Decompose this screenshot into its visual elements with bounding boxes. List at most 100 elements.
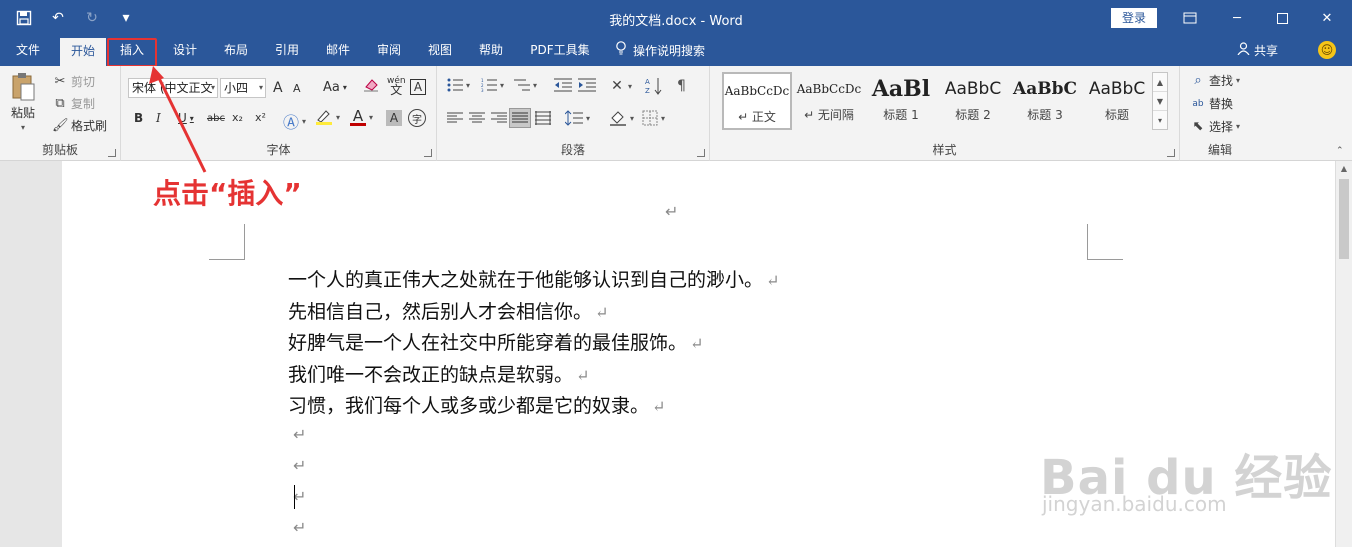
shrink-font-button[interactable]: A [293,82,301,95]
highlighter-icon [316,110,332,125]
find-button[interactable]: ⌕ 查找 ▾ [1190,72,1240,89]
scroll-up-icon[interactable]: ▲ [1336,161,1352,177]
empty-paragraph-mark: ↵ [293,456,307,475]
tab-mailings[interactable]: 邮件 [316,36,360,66]
font-color-button[interactable]: A [350,109,366,126]
tab-help[interactable]: 帮助 [469,36,513,66]
svg-text:A: A [645,78,650,86]
subscript-button[interactable]: x₂ [232,111,243,124]
tab-home[interactable]: 开始 [60,38,106,66]
doc-line-4[interactable]: 我们唯一不会改正的缺点是软弱。 ↵ [288,360,589,387]
line-spacing-icon [565,110,583,126]
tab-file[interactable]: 文件 [8,36,48,66]
style-title[interactable]: AaBbC 标题 [1082,72,1152,130]
underline-button[interactable]: U ▾ [178,111,194,125]
gallery-up-icon[interactable]: ▲ [1153,73,1167,92]
chinese-layout-icon: ✕ [611,78,623,94]
empty-paragraph-mark: ↵ [293,518,307,537]
tell-me-search[interactable]: 操作说明搜索 [615,36,705,66]
title-bar: ↶ ↻ ▾ 我的文档.docx - Word 登录 ─ ✕ [0,0,1352,36]
grow-font-button[interactable]: A [273,80,283,96]
crop-mark-left [209,224,245,260]
feedback-smiley-icon[interactable]: ☺ [1318,41,1336,59]
align-center-icon[interactable] [469,112,485,124]
borders-button[interactable]: ▾ [642,110,665,126]
align-right-icon[interactable] [491,112,507,124]
text-effects-button[interactable]: Ⓐ ▾ [283,109,306,133]
multilevel-list-button[interactable]: ▾ [514,78,537,92]
font-size-select[interactable]: 小四 ▾ [220,78,266,98]
style-heading-2[interactable]: AaBbC 标题 2 [938,72,1008,130]
scissors-icon: ✂ [54,73,66,89]
cut-button[interactable]: ✂ 剪切 [52,73,95,90]
shading-button[interactable]: ▾ [609,110,634,126]
style-heading-3[interactable]: AaBbC 标题 3 [1010,72,1080,130]
font-launcher-icon[interactable] [424,149,432,157]
font-name-select[interactable]: 宋体 (中文正文 ▾ [128,78,218,98]
replace-button[interactable]: ab 替换 [1190,95,1233,112]
chinese-layout-button[interactable]: ✕ ▾ [609,78,632,94]
gallery-more-icon[interactable]: ▾ [1153,111,1167,130]
tab-layout[interactable]: 布局 [214,36,258,66]
gallery-down-icon[interactable]: ▼ [1153,92,1167,111]
decrease-indent-icon[interactable] [554,78,572,92]
strikethrough-button[interactable]: abc [207,113,225,124]
tab-design[interactable]: 设计 [163,36,207,66]
tab-pdf-tools[interactable]: PDF工具集 [522,36,598,66]
style-no-spacing[interactable]: AaBbCcDc ↵ 无间隔 [794,72,864,130]
share-button[interactable]: 共享 [1237,36,1278,66]
highlight-button[interactable]: ▾ [315,109,340,125]
minimize-icon[interactable]: ─ [1227,8,1247,28]
scroll-thumb[interactable] [1339,179,1349,259]
copy-button[interactable]: ⧉ 复制 [52,95,95,112]
justify-icon[interactable] [509,108,531,128]
tab-review[interactable]: 审阅 [367,36,411,66]
close-icon[interactable]: ✕ [1317,8,1337,28]
styles-gallery-scroll[interactable]: ▲ ▼ ▾ [1152,72,1168,130]
numbering-icon: 123 [481,78,497,92]
collapse-ribbon-icon[interactable]: ⌃ [1336,146,1344,156]
clipboard-group: 粘贴 ▾ ✂ 剪切 ⧉ 复制 🖌 格式刷 剪贴板 [0,66,121,161]
style-heading-1[interactable]: AaBl 标题 1 [866,72,936,130]
bullets-button[interactable]: ▾ [447,78,470,92]
superscript-button[interactable]: x² [255,111,266,124]
character-shading-button[interactable]: A [386,110,402,126]
doc-line-3[interactable]: 好脾气是一个人在社交中所能穿着的最佳服饰。 ↵ [288,328,703,355]
bold-button[interactable]: B [134,111,143,125]
editing-label: 编辑 [1207,143,1232,157]
style-normal[interactable]: AaBbCcDc ↵ 正文 [722,72,792,130]
enclose-characters-button[interactable]: 字 [408,109,426,127]
line-spacing-button[interactable]: ▾ [565,110,590,126]
align-left-icon[interactable] [447,112,463,124]
font-color-dropdown-icon[interactable]: ▾ [369,113,373,122]
phonetic-guide-button[interactable]: wén 文 [387,77,406,97]
brush-icon: 🖌 [52,117,69,133]
font-group: 宋体 (中文正文 ▾ 小四 ▾ A A Aa ▾ wén 文 A B I U ▾ abc … [121,66,437,161]
format-painter-button[interactable]: 🖌 格式刷 [52,117,107,134]
tab-view[interactable]: 视图 [418,36,462,66]
clipboard-launcher-icon[interactable] [108,149,116,157]
increase-indent-icon[interactable] [578,78,596,92]
maximize-icon[interactable] [1272,8,1292,28]
clear-format-icon[interactable] [363,78,379,92]
italic-button[interactable]: I [156,111,161,125]
numbering-button[interactable]: 1 2 3 ▾ [481,78,504,92]
sort-icon[interactable]: AZ [645,77,663,95]
replace-icon: ab [1192,98,1204,109]
doc-line-1[interactable]: 一个人的真正伟大之处就在于他能够认识到自己的渺小。 ↵ [288,265,779,292]
doc-line-5[interactable]: 习惯，我们每个人或多或少都是它的奴隶。 ↵ [288,391,665,418]
vertical-scrollbar[interactable]: ▲ [1335,161,1352,547]
select-button[interactable]: ⬉ 选择 ▾ [1190,118,1240,135]
character-border-button[interactable]: A [410,79,426,95]
styles-launcher-icon[interactable] [1167,149,1175,157]
ribbon-display-options-icon[interactable] [1180,8,1200,28]
tab-references[interactable]: 引用 [265,36,309,66]
paste-button[interactable]: 粘贴 ▾ [10,72,36,132]
distributed-icon[interactable] [535,111,551,125]
show-marks-icon[interactable]: ¶ [677,78,686,94]
doc-line-2[interactable]: 先相信自己，然后别人才会相信你。 ↵ [288,297,608,324]
login-button[interactable]: 登录 [1111,8,1157,28]
change-case-button[interactable]: Aa ▾ [323,80,347,95]
empty-paragraph-mark: ↵ [293,487,307,506]
paragraph-launcher-icon[interactable] [697,149,705,157]
